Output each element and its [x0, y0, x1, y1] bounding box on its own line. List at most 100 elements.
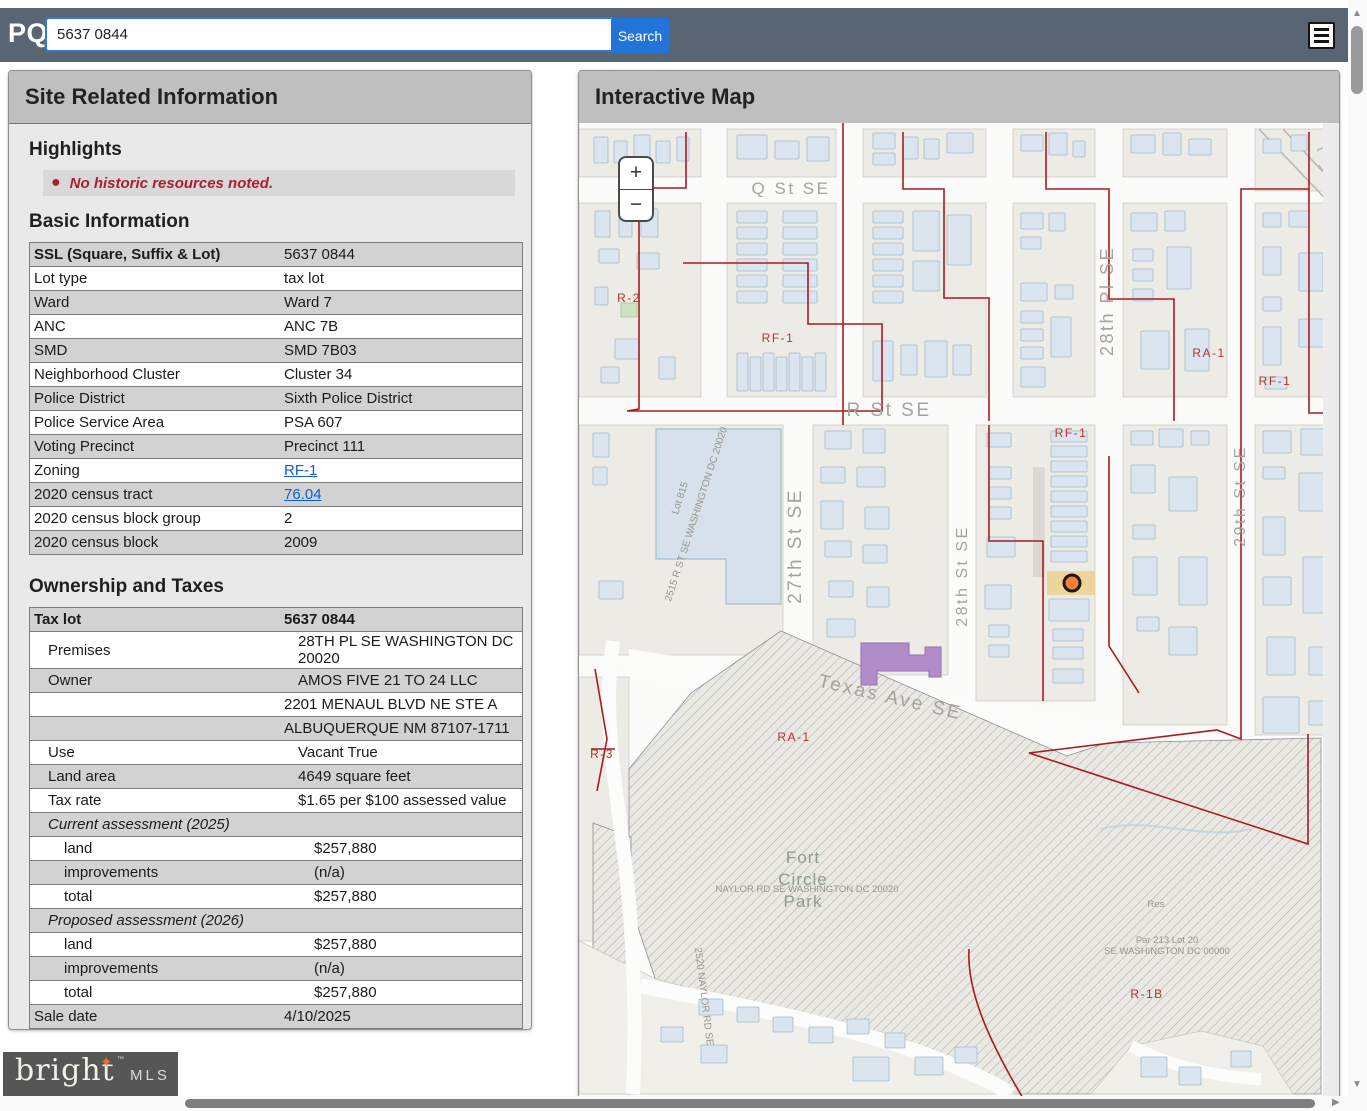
- street-label: 28th St SE: [954, 525, 971, 627]
- zone-label: R-2: [617, 291, 641, 305]
- row-value: Cluster 34: [280, 365, 522, 384]
- row-label: Tax lot: [30, 610, 280, 629]
- scroll-down-arrow[interactable]: ▼: [1352, 1080, 1362, 1090]
- row-value: ANC 7B: [280, 317, 522, 336]
- horizontal-scroll-thumb[interactable]: [185, 1099, 1315, 1108]
- page: PQ Search Site Related Information Highl…: [0, 0, 1367, 1111]
- zoom-in-button[interactable]: +: [620, 158, 652, 189]
- row-label: Lot type: [30, 269, 280, 288]
- row-value: Precinct 111: [280, 437, 522, 456]
- search-button[interactable]: Search: [611, 17, 669, 54]
- vertical-scroll-thumb[interactable]: [1351, 26, 1363, 94]
- zoom-out-button[interactable]: −: [620, 190, 652, 221]
- vertical-scrollbar[interactable]: ▲ ▼: [1348, 0, 1367, 1111]
- row-label: SSL (Square, Suffix & Lot): [30, 245, 280, 264]
- row-label: ANC: [30, 317, 280, 336]
- map-title: Interactive Map: [579, 84, 755, 110]
- parcel-label: SE WASHINGTON DC 00000: [1104, 946, 1230, 957]
- top-bar: PQ Search: [0, 8, 1350, 62]
- zone-label: R-3: [590, 747, 614, 761]
- table-row: ZoningRF-1: [30, 458, 522, 482]
- scroll-up-arrow[interactable]: ▲: [1352, 9, 1362, 19]
- row-value: 5637 0844: [280, 610, 522, 629]
- park-label: Circle: [778, 870, 827, 889]
- row-label: Zoning: [30, 461, 280, 480]
- map-area: Q St SER St SE27th St SE28th St SE28th P…: [579, 123, 1339, 1111]
- zone-label: RA-1: [1192, 346, 1225, 360]
- row-label: 2020 census block: [30, 533, 280, 552]
- site-info-body: Highlights ● No historic resources noted…: [9, 139, 531, 1029]
- basic-info-heading: Basic Information: [29, 211, 515, 233]
- ownership-taxes-table: Tax lot5637 0844Premises28TH PL SE WASHI…: [29, 607, 523, 1029]
- row-label: [30, 728, 280, 730]
- parcel-label: Res: [1148, 899, 1165, 910]
- map-right-gutter: [1323, 123, 1339, 1111]
- menu-button[interactable]: [1308, 22, 1335, 49]
- row-value: 2009: [280, 533, 522, 552]
- row-label: [30, 704, 280, 706]
- property-marker[interactable]: [1064, 575, 1080, 591]
- 2020-census-tract-link[interactable]: 76.04: [284, 486, 322, 503]
- row-label: Land area: [30, 767, 294, 786]
- row-label: improvements: [30, 959, 310, 978]
- brightmls-logo: bright ✦ ™ MLS: [3, 1052, 178, 1096]
- highlight-note-strip: ● No historic resources noted.: [43, 170, 515, 196]
- table-row: total$257,880: [30, 884, 522, 908]
- zoning-link[interactable]: RF-1: [284, 462, 317, 479]
- row-value: [294, 920, 522, 922]
- row-label: SMD: [30, 341, 280, 360]
- table-row: UseVacant True: [30, 740, 522, 764]
- row-value: RF-1: [280, 461, 522, 480]
- parcel-label: Par 213 Lot 20: [1136, 935, 1198, 946]
- search-input[interactable]: [45, 17, 621, 52]
- row-value: $257,880: [310, 839, 522, 858]
- table-row: OwnerAMOS FIVE 21 TO 24 LLC: [30, 668, 522, 692]
- table-row: Proposed assessment (2026): [30, 908, 522, 932]
- table-row: land$257,880: [30, 932, 522, 956]
- park-label: Park: [784, 892, 823, 911]
- row-value: Ward 7: [280, 293, 522, 312]
- table-row: total$257,880: [30, 980, 522, 1004]
- row-value: $1.65 per $100 assessed value: [294, 791, 522, 810]
- row-label: Police District: [30, 389, 280, 408]
- site-info-title: Site Related Information: [9, 84, 278, 110]
- row-label: Voting Precinct: [30, 437, 280, 456]
- row-label: Neighborhood Cluster: [30, 365, 280, 384]
- street-label: 27th St SE: [785, 488, 806, 604]
- row-value: (n/a): [310, 863, 522, 882]
- table-row: SMDSMD 7B03: [30, 338, 522, 362]
- table-row: 2020 census tract76.04: [30, 482, 522, 506]
- scroll-right-arrow[interactable]: ▶: [1332, 1098, 1340, 1108]
- green-parcel: [621, 303, 637, 317]
- row-value: 2: [280, 509, 522, 528]
- map-zoom-control: + −: [618, 156, 654, 222]
- row-value: [294, 824, 522, 826]
- row-label: Proposed assessment (2026): [30, 911, 294, 930]
- table-row: 2020 census block2009: [30, 530, 522, 554]
- brand-suffix: MLS: [130, 1067, 170, 1084]
- row-label: improvements: [30, 863, 310, 882]
- row-label: Premises: [30, 641, 294, 660]
- row-value: Vacant True: [294, 743, 522, 762]
- table-row: Police Service AreaPSA 607: [30, 410, 522, 434]
- row-value: 4/10/2025: [280, 1007, 522, 1026]
- horizontal-scrollbar[interactable]: ▶: [0, 1096, 1348, 1111]
- map-canvas[interactable]: Q St SER St SE27th St SE28th St SE28th P…: [579, 123, 1339, 1111]
- street-label: 29th St SE: [1232, 445, 1249, 547]
- zone-label: R-1B: [1130, 987, 1163, 1001]
- table-row: 2020 census block group2: [30, 506, 522, 530]
- row-value: SMD 7B03: [280, 341, 522, 360]
- row-label: Police Service Area: [30, 413, 280, 432]
- highlights-heading: Highlights: [29, 139, 515, 161]
- row-label: land: [30, 935, 310, 954]
- table-row: improvements(n/a): [30, 956, 522, 980]
- table-row: Current assessment (2025): [30, 812, 522, 836]
- row-label: Use: [30, 743, 294, 762]
- row-value: tax lot: [280, 269, 522, 288]
- row-value: $257,880: [310, 983, 522, 1002]
- row-value: PSA 607: [280, 413, 522, 432]
- table-row: Police DistrictSixth Police District: [30, 386, 522, 410]
- row-value: $257,880: [310, 935, 522, 954]
- site-info-header: Site Related Information: [9, 71, 531, 124]
- row-label: Tax rate: [30, 791, 294, 810]
